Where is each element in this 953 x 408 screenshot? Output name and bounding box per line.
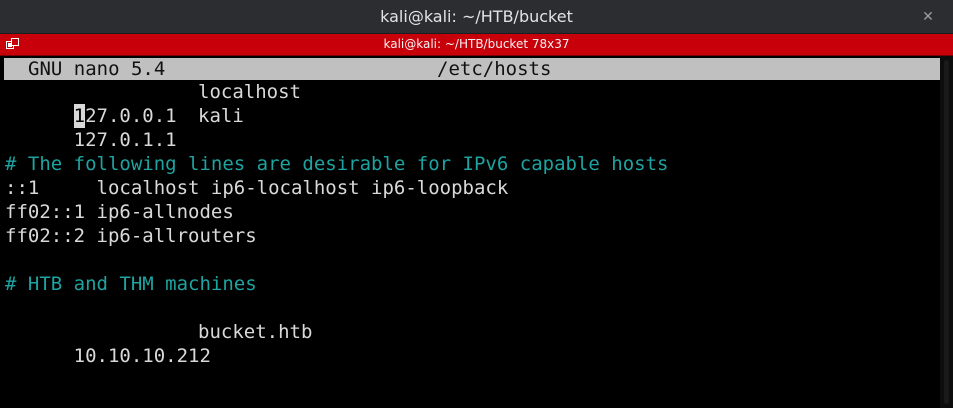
window-titlebar[interactable]: kali@kali: ~/HTB/bucket ✕ bbox=[0, 0, 953, 34]
scrollbar-track[interactable] bbox=[944, 60, 949, 404]
editor-line-5[interactable]: ::1 localhost ip6-localhost ip6-loopback bbox=[5, 176, 508, 200]
terminal-window: kali@kali: ~/HTB/bucket ✕ kali@kali: ~/H… bbox=[0, 0, 953, 408]
editor-line-7[interactable]: ff02::2 ip6-allrouters bbox=[5, 224, 257, 248]
editor-line-4[interactable]: # The following lines are desirable for … bbox=[5, 152, 668, 176]
line-address: 127.0.1.1 bbox=[73, 129, 177, 151]
line-address: 10.10.10.212 bbox=[73, 345, 211, 367]
editor-line-2[interactable]: 127.0.1.1 kali bbox=[5, 104, 244, 151]
editor-line-6[interactable]: ff02::1 ip6-allnodes bbox=[5, 200, 234, 224]
nano-version: GNU nano 5.4 bbox=[28, 58, 166, 80]
editor-line-1[interactable]: 127.0.0.1 localhost bbox=[5, 80, 301, 128]
nano-filename: /etc/hosts bbox=[437, 58, 552, 80]
editor-line-11[interactable]: 10.10.10.212 bucket.htb bbox=[5, 320, 313, 367]
line-hostname: bucket.htb bbox=[198, 321, 313, 343]
window-title: kali@kali: ~/HTB/bucket bbox=[380, 7, 573, 26]
close-icon[interactable]: ✕ bbox=[919, 8, 937, 26]
terminal-area[interactable]: GNU nano 5.4 /etc/hosts 127.0.0.1 localh… bbox=[0, 56, 940, 408]
scrollbar[interactable] bbox=[940, 56, 953, 408]
nano-title-bar: GNU nano 5.4 /etc/hosts bbox=[4, 58, 940, 80]
editor-line-9[interactable]: # HTB and THM machines bbox=[5, 272, 257, 296]
tab-title: kali@kali: ~/HTB/bucket 78x37 bbox=[383, 37, 570, 51]
line-hostname: localhost bbox=[198, 81, 301, 103]
terminal-tab[interactable]: kali@kali: ~/HTB/bucket 78x37 bbox=[0, 34, 953, 56]
line-hostname: kali bbox=[198, 105, 244, 127]
